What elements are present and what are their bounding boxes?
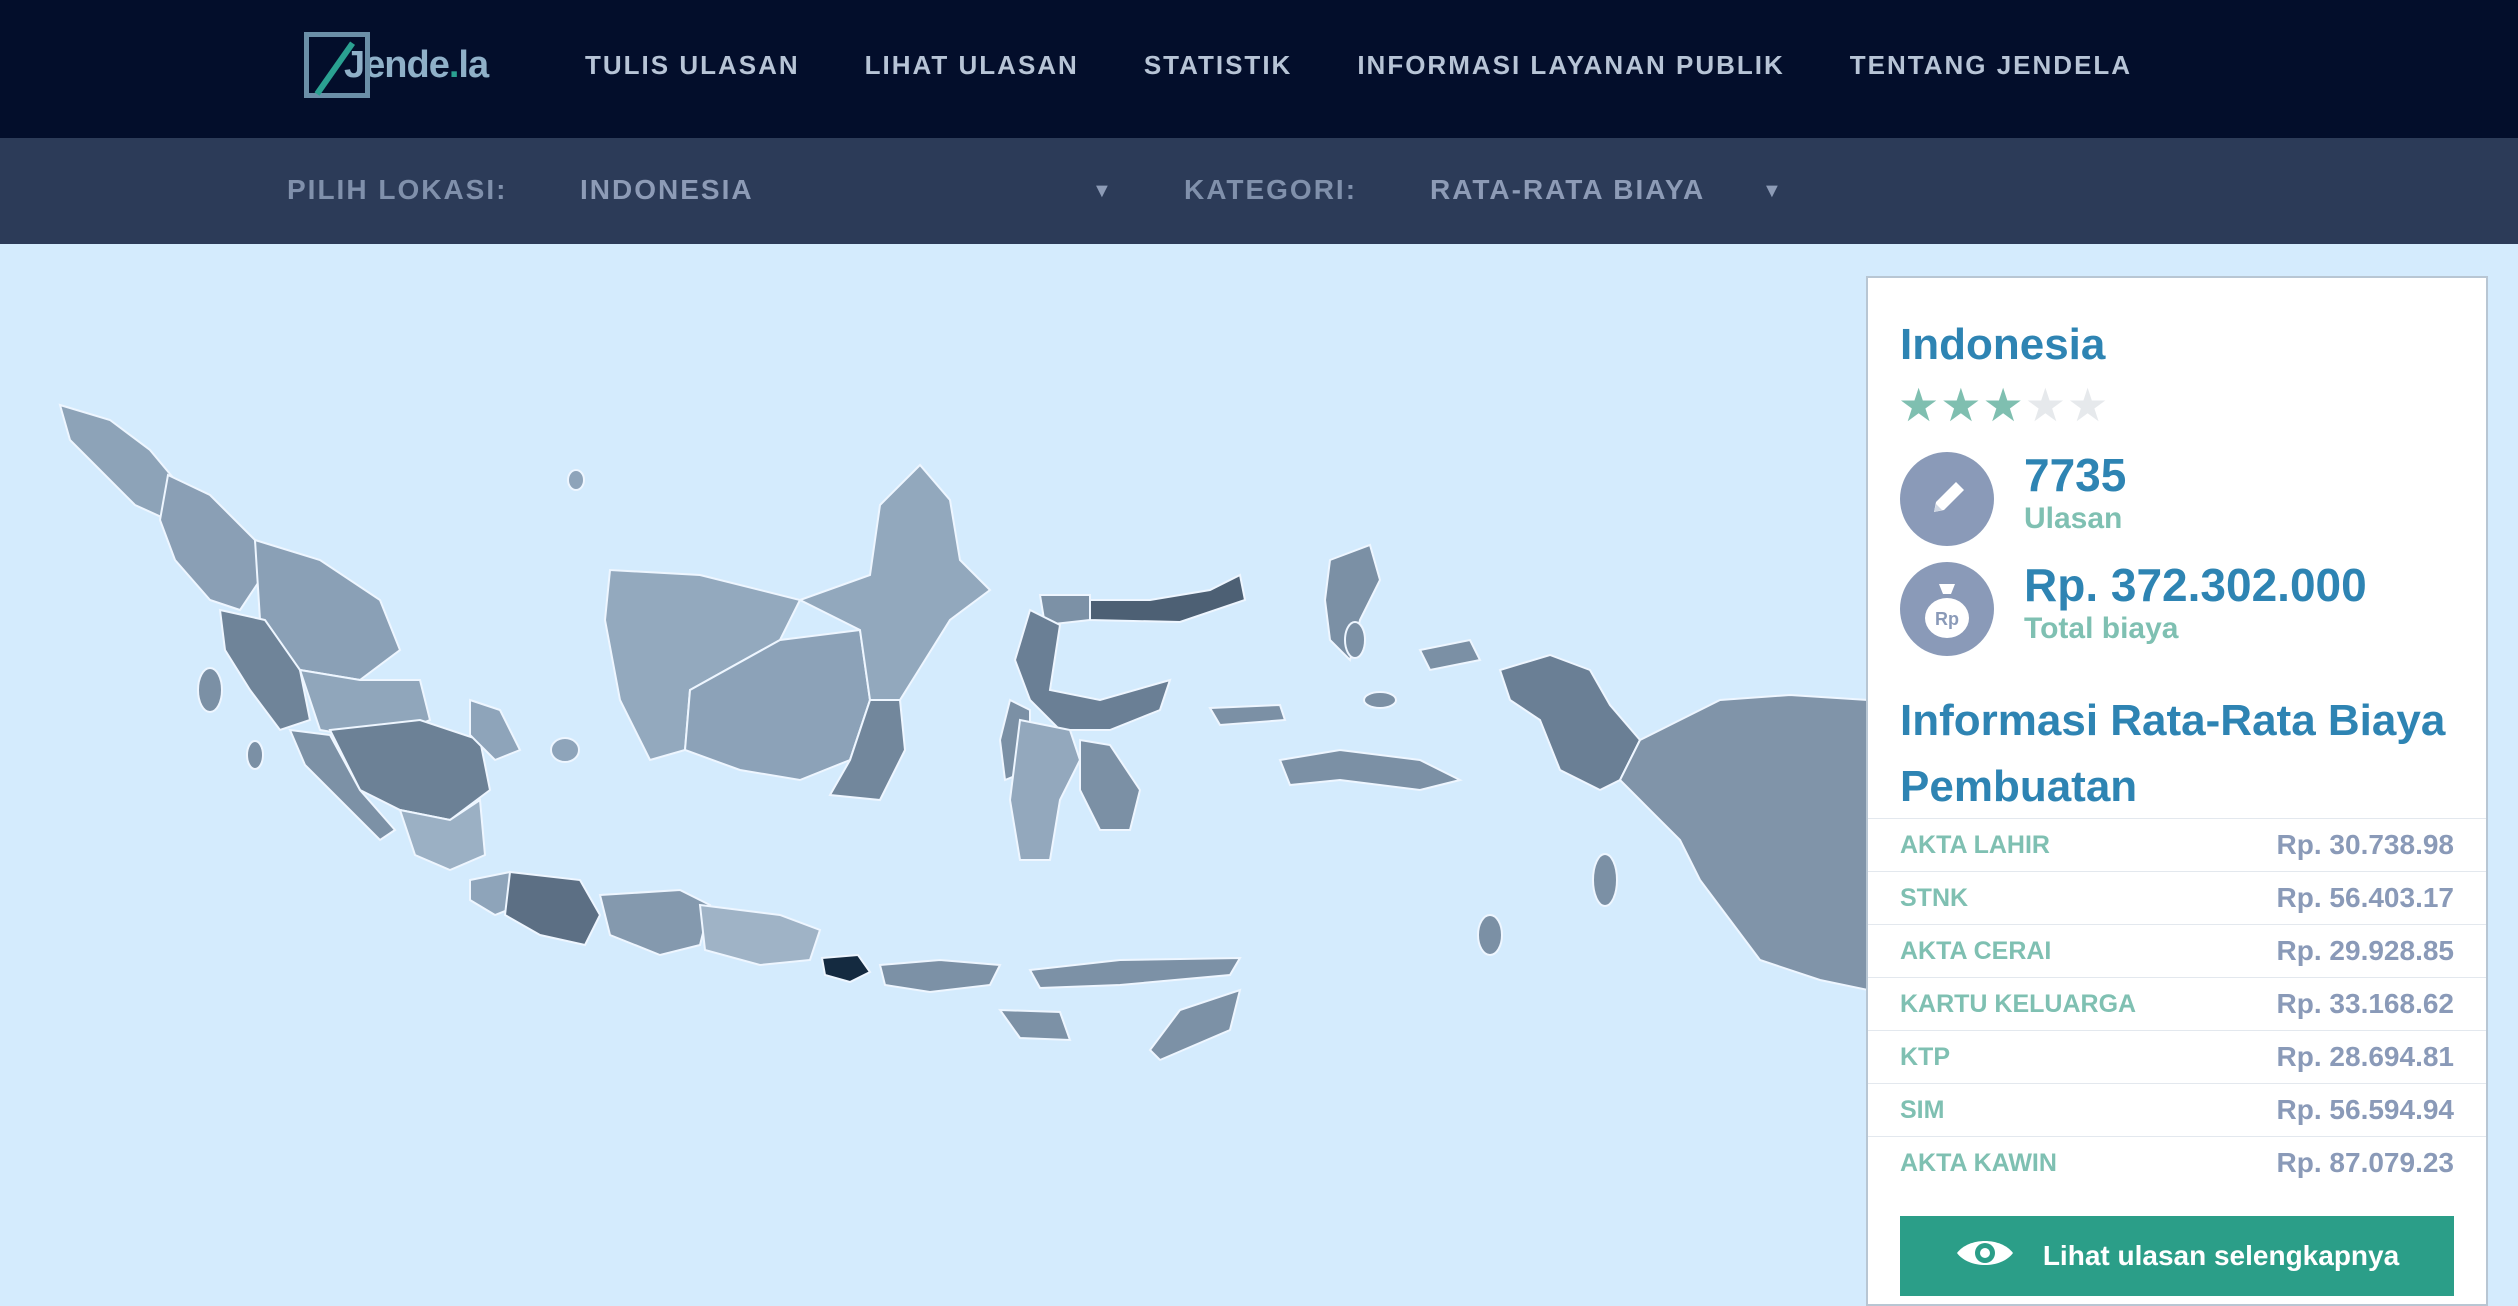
eye-icon [1955, 1235, 2015, 1278]
map-region-belitung[interactable] [550, 737, 580, 763]
map-region-natuna[interactable] [567, 469, 585, 491]
location-caret-down-icon[interactable]: ▼ [1092, 180, 1112, 203]
list-item: AKTA KAWIN Rp. 87.079.23 [1868, 1136, 2486, 1189]
list-item: KARTU KELUARGA Rp. 33.168.62 [1868, 977, 2486, 1030]
top-navigation: Jende.la TULIS ULASAN LIHAT ULASAN STATI… [0, 0, 2518, 138]
star-icon: ★ [1940, 379, 1982, 431]
money-bag-icon: Rp [1900, 562, 1994, 656]
map-region-sulut[interactable] [1089, 573, 1247, 624]
category-label: KATEGORI: [1184, 174, 1358, 205]
cost-value: Rp. 56.594.94 [2276, 1094, 2454, 1125]
nav-link-informasi-layanan-publik[interactable]: INFORMASI LAYANAN PUBLIK [1357, 50, 1784, 81]
map-region-sumba[interactable] [998, 1008, 1072, 1042]
category-caret-down-icon[interactable]: ▼ [1762, 180, 1782, 203]
cost-name: AKTA LAHIR [1900, 831, 2050, 859]
cost-value: Rp. 87.079.23 [2276, 1147, 2454, 1178]
nav-link-tulis-ulasan[interactable]: TULIS ULASAN [585, 50, 800, 81]
star-icon: ★ [2067, 379, 2109, 431]
cost-value: Rp. 30.738.98 [2276, 829, 2454, 860]
map-region-sumut[interactable] [158, 473, 262, 612]
cost-value: Rp. 29.928.85 [2276, 935, 2454, 966]
nav-links: TULIS ULASAN LIHAT ULASAN STATISTIK INFO… [585, 0, 2197, 130]
list-item: AKTA LAHIR Rp. 30.738.98 [1868, 818, 2486, 871]
jendela-logo[interactable]: Jende.la [304, 28, 489, 102]
map-region-bali[interactable] [820, 953, 872, 984]
cost-value: Rp. 28.694.81 [2276, 1041, 2454, 1072]
rating-stars: ★ ★ ★ ★ ★ [1898, 382, 2109, 428]
map-region-sulsel[interactable] [1008, 718, 1082, 861]
reviews-count: 7735 [2024, 449, 2127, 501]
cost-list: AKTA LAHIR Rp. 30.738.98 STNK Rp. 56.403… [1868, 818, 2486, 1189]
view-more-reviews-label: Lihat ulasan selengkapnya [2042, 1240, 2400, 1271]
location-label: PILIH LOKASI: [287, 174, 508, 205]
map-region-seram[interactable] [1418, 638, 1482, 672]
map-region-maluku[interactable] [1278, 748, 1463, 792]
map-region-jateng[interactable] [598, 888, 712, 957]
cost-name: STNK [1900, 884, 1969, 912]
list-item: SIM Rp. 56.594.94 [1868, 1083, 2486, 1136]
pencil-icon [1900, 452, 1994, 546]
total-cost-value: Rp. 372.302.000 [2024, 559, 2367, 611]
map-region-ntt[interactable] [1028, 956, 1242, 990]
svg-text:Rp: Rp [1935, 609, 1959, 629]
map-region-buru[interactable] [1208, 703, 1287, 727]
map-region-obi[interactable] [1363, 691, 1397, 709]
star-icon: ★ [2024, 379, 2066, 431]
location-select[interactable]: INDONESIA [580, 174, 754, 206]
map-region-jabar[interactable] [503, 870, 602, 947]
cost-name: SIM [1900, 1096, 1945, 1124]
cost-name: KARTU KELUARGA [1900, 990, 2137, 1018]
map-region-mentawai[interactable] [246, 740, 264, 770]
map-region-nias[interactable] [197, 667, 223, 713]
nav-link-tentang-jendela[interactable]: TENTANG JENDELA [1850, 50, 2132, 81]
map-region-aru[interactable] [1592, 853, 1618, 907]
filter-bar: PILIH LOKASI: INDONESIA ▼ KATEGORI: RATA… [0, 138, 2518, 244]
map-region-ntb[interactable] [878, 958, 1002, 994]
map-region-jatim[interactable] [698, 903, 822, 967]
list-item: AKTA CERAI Rp. 29.928.85 [1868, 924, 2486, 977]
cost-name: AKTA KAWIN [1900, 1149, 2057, 1177]
indonesia-map [58, 403, 1868, 1062]
map-region-sulteng[interactable] [1013, 608, 1172, 731]
map-region-papua-barat[interactable] [1498, 653, 1642, 792]
cost-name: KTP [1900, 1043, 1950, 1071]
map-region-tanimbar[interactable] [1477, 914, 1503, 956]
region-title: Indonesia [1900, 320, 2106, 369]
map-region-halmahera-island[interactable] [1344, 621, 1366, 659]
region-info-panel: Indonesia ★ ★ ★ ★ ★ 7735 Ulasan Rp Rp. 3… [1866, 276, 2488, 1306]
map-region-aceh[interactable] [58, 403, 177, 522]
map-region-sultra[interactable] [1079, 738, 1142, 831]
nav-link-statistik[interactable]: STATISTIK [1144, 50, 1292, 81]
logo-mark-icon [304, 32, 370, 98]
total-cost-label: Total biaya [2024, 612, 2179, 645]
reviews-label: Ulasan [2024, 502, 2123, 535]
list-item: KTP Rp. 28.694.81 [1868, 1030, 2486, 1083]
map-region-timor[interactable] [1148, 988, 1242, 1062]
cost-name: AKTA CERAI [1900, 937, 2052, 965]
star-icon: ★ [1982, 379, 2024, 431]
cost-value: Rp. 56.403.17 [2276, 882, 2454, 913]
nav-link-lihat-ulasan[interactable]: LIHAT ULASAN [865, 50, 1079, 81]
cost-section-title: Informasi Rata-Rata Biaya Pembuatan [1900, 696, 2446, 811]
view-more-reviews-button[interactable]: Lihat ulasan selengkapnya [1900, 1216, 2454, 1296]
category-select[interactable]: RATA-RATA BIAYA [1430, 174, 1705, 206]
star-icon: ★ [1898, 379, 1940, 431]
cost-value: Rp. 33.168.62 [2276, 988, 2454, 1019]
map-region-papua[interactable] [1618, 693, 1868, 992]
list-item: STNK Rp. 56.403.17 [1868, 871, 2486, 924]
